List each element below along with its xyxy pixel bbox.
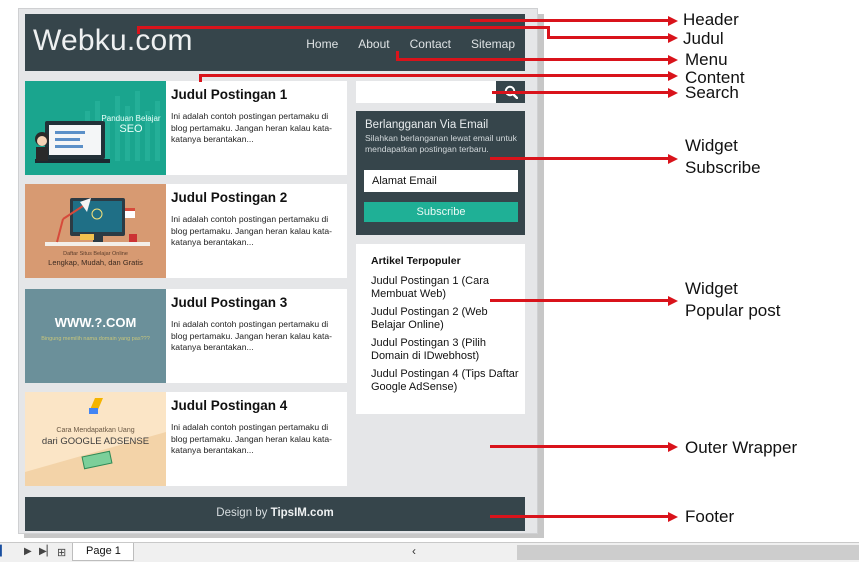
post-title[interactable]: Judul Postingan 3 bbox=[171, 295, 343, 310]
add-sheet-icon[interactable]: ⊞ bbox=[57, 546, 66, 559]
annotation-judul: Judul bbox=[683, 29, 724, 48]
post-body: Judul Postingan 1 Ini adalah contoh post… bbox=[171, 87, 343, 146]
thumb-caption-big: SEO bbox=[119, 123, 143, 135]
menu-item-home[interactable]: Home bbox=[306, 37, 338, 51]
annotation-widget-popular: Widget Popular post bbox=[685, 279, 780, 321]
arrow-head-icon bbox=[668, 87, 678, 98]
subscribe-widget: Berlangganan Via Email Silahkan berlanga… bbox=[356, 111, 525, 235]
annotation-footer: Footer bbox=[685, 507, 735, 526]
post-thumbnail[interactable]: WWW.?.COM Bingung memilih nama domain ya… bbox=[25, 289, 166, 383]
annotation-line-search bbox=[492, 91, 670, 94]
arrow-head-icon bbox=[668, 295, 678, 306]
post-card: Cara Mendapatkan Uang dari GOOGLE ADSENS… bbox=[25, 392, 347, 486]
search-input[interactable] bbox=[356, 81, 496, 103]
post-card: Panduan Belajar SEO Judul Postingan 1 In… bbox=[25, 81, 347, 175]
post-thumbnail[interactable]: Cara Mendapatkan Uang dari GOOGLE ADSENS… bbox=[25, 392, 166, 486]
scroll-left-icon[interactable]: ‹ bbox=[412, 544, 416, 558]
tab-page-1[interactable]: Page 1 bbox=[72, 543, 134, 561]
annotation-line-judul bbox=[547, 36, 670, 39]
thumb-caption: Daftar Situs Belajar Online bbox=[63, 251, 128, 257]
post-excerpt: Ini adalah contoh postingan pertamaku di… bbox=[171, 422, 332, 455]
arrow-head-icon bbox=[668, 15, 678, 26]
arrow-head-icon bbox=[668, 441, 678, 452]
popular-item[interactable]: Judul Postingan 4 (Tips Daftar Google Ad… bbox=[371, 368, 521, 393]
post-title[interactable]: Judul Postingan 1 bbox=[171, 87, 343, 102]
thumb-caption: Panduan Belajar bbox=[101, 114, 161, 123]
annotation-search: Search bbox=[685, 83, 739, 102]
post-card: WWW.?.COM Bingung memilih nama domain ya… bbox=[25, 289, 347, 383]
popular-posts-widget: Artikel Terpopuler Judul Postingan 1 (Ca… bbox=[356, 244, 525, 414]
popular-item[interactable]: Judul Postingan 1 (Cara Membuat Web) bbox=[371, 275, 521, 300]
subscribe-button[interactable]: Subscribe bbox=[364, 202, 518, 222]
annotation-line-content bbox=[199, 74, 670, 77]
post-thumbnail[interactable]: Daftar Situs Belajar Online Lengkap, Mud… bbox=[25, 184, 166, 278]
annotation-widget-subscribe: Widget Subscribe bbox=[685, 136, 761, 178]
annotation-line-judul bbox=[137, 26, 549, 29]
arrow-head-icon bbox=[668, 70, 678, 81]
post-body: Judul Postingan 3 Ini adalah contoh post… bbox=[171, 295, 343, 354]
annotation-widget-subscribe-line2: Subscribe bbox=[685, 158, 761, 177]
annotation-line-subscribe bbox=[490, 157, 670, 160]
arrow-head-icon bbox=[668, 32, 678, 43]
annotation-outer-wrapper: Outer Wrapper bbox=[685, 438, 798, 457]
sheet-bar: ▎ ▶ ▶▏ ⊞ Page 1 ‹ bbox=[0, 542, 859, 562]
subscribe-description: Silahkan berlanganan lewat email untuk m… bbox=[365, 133, 517, 154]
subscribe-title: Berlangganan Via Email bbox=[365, 119, 489, 131]
popular-title: Artikel Terpopuler bbox=[371, 255, 461, 267]
footer: Design by TipsIM.com bbox=[25, 497, 525, 531]
annotation-menu: Menu bbox=[685, 50, 728, 69]
annotation-line-outer-wrapper bbox=[490, 445, 670, 448]
last-sheet-icon[interactable]: ▶▏ bbox=[39, 546, 54, 557]
annotation-widget-popular-line1: Widget bbox=[685, 279, 738, 298]
annotation-widget-popular-line2: Popular post bbox=[685, 301, 781, 320]
main-menu: Home About Contact Sitemap bbox=[286, 37, 515, 51]
menu-item-about[interactable]: About bbox=[358, 37, 389, 51]
annotation-line-footer bbox=[490, 515, 670, 518]
first-sheet-icon[interactable]: ▎ bbox=[0, 546, 8, 557]
thumb-caption: Cara Mendapatkan Uang bbox=[56, 427, 135, 434]
thumb-caption-big: WWW.?.COM bbox=[54, 315, 137, 330]
post-body: Judul Postingan 4 Ini adalah contoh post… bbox=[171, 398, 343, 457]
footer-prefix: Design by bbox=[216, 507, 268, 519]
header: Webku.com Home About Contact Sitemap bbox=[25, 14, 525, 71]
footer-brand-link[interactable]: TipsIM.com bbox=[271, 507, 334, 519]
popular-list: Judul Postingan 1 (Cara Membuat Web) Jud… bbox=[371, 275, 521, 399]
arrow-head-icon bbox=[668, 54, 678, 65]
annotation-header: Header bbox=[683, 10, 739, 29]
popular-item[interactable]: Judul Postingan 2 (Web Belajar Online) bbox=[371, 306, 521, 331]
arrow-head-icon bbox=[668, 153, 678, 164]
post-title[interactable]: Judul Postingan 4 bbox=[171, 398, 343, 413]
site-title[interactable]: Webku.com bbox=[33, 24, 193, 58]
arrow-head-icon bbox=[668, 511, 678, 522]
popular-item[interactable]: Judul Postingan 3 (Pilih Domain di IDweb… bbox=[371, 337, 521, 362]
thumb-caption: Bingung memilih nama domain yang pas??? bbox=[41, 336, 150, 342]
annotation-line-popular bbox=[490, 299, 670, 302]
next-sheet-icon[interactable]: ▶ bbox=[24, 546, 32, 557]
post-body: Judul Postingan 2 Ini adalah contoh post… bbox=[171, 190, 343, 249]
post-excerpt: Ini adalah contoh postingan pertamaku di… bbox=[171, 319, 332, 352]
menu-item-sitemap[interactable]: Sitemap bbox=[471, 37, 515, 51]
post-thumbnail[interactable]: Panduan Belajar SEO bbox=[25, 81, 166, 175]
thumb-caption-big: dari GOOGLE ADSENSE bbox=[41, 436, 150, 447]
post-excerpt: Ini adalah contoh postingan pertamaku di… bbox=[171, 111, 332, 144]
email-field[interactable] bbox=[364, 170, 518, 192]
thumb-caption-big: Lengkap, Mudah, dan Gratis bbox=[48, 258, 143, 267]
post-card: Daftar Situs Belajar Online Lengkap, Mud… bbox=[25, 184, 347, 278]
annotation-widget-subscribe-line1: Widget bbox=[685, 136, 738, 155]
menu-item-contact[interactable]: Contact bbox=[410, 37, 451, 51]
horizontal-scrollbar[interactable] bbox=[517, 545, 859, 560]
post-title[interactable]: Judul Postingan 2 bbox=[171, 190, 343, 205]
post-excerpt: Ini adalah contoh postingan pertamaku di… bbox=[171, 214, 332, 247]
annotation-line-header bbox=[470, 19, 670, 22]
annotation-line-menu bbox=[396, 58, 670, 61]
